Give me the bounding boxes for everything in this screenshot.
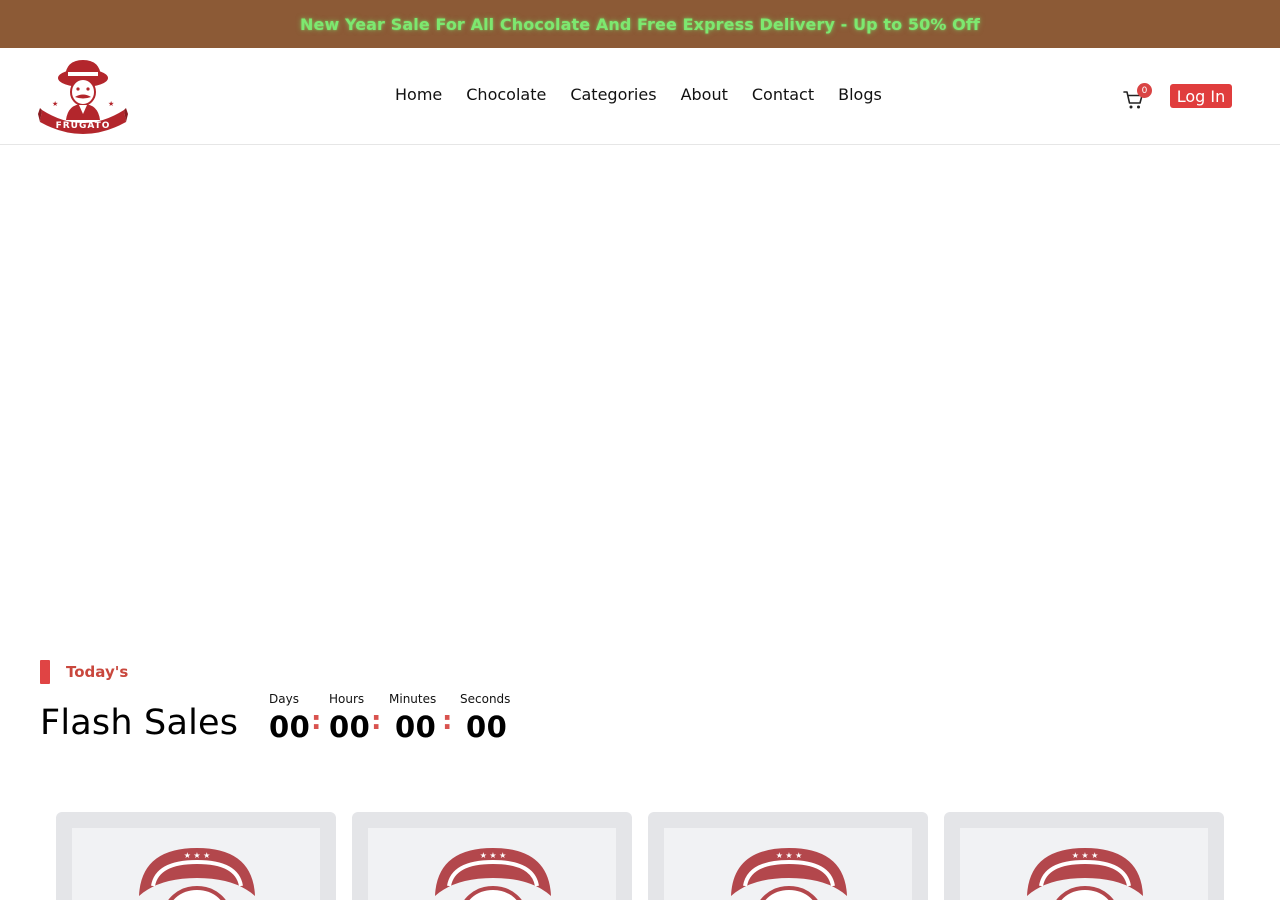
- countdown-minutes-label: Minutes: [389, 692, 437, 706]
- placeholder-logo-icon: ★ ★ ★: [1027, 848, 1143, 900]
- frugato-chef-logo-icon: FRUGATO ★ ★: [38, 60, 128, 134]
- countdown-separator: :: [442, 706, 453, 736]
- section-marker: [40, 660, 50, 684]
- nav-home[interactable]: Home: [395, 85, 442, 104]
- placeholder-logo-icon: ★ ★ ★: [731, 848, 847, 900]
- product-card[interactable]: ★ ★ ★: [352, 812, 632, 900]
- countdown-minutes: Minutes 00: [389, 692, 436, 744]
- countdown-hours-value: 00: [329, 710, 371, 744]
- countdown-hours: Hours 00: [329, 692, 370, 744]
- countdown-minutes-value: 00: [395, 710, 437, 744]
- countdown-seconds-label: Seconds: [460, 692, 511, 706]
- nav-categories[interactable]: Categories: [570, 85, 656, 104]
- countdown-days-value: 00: [269, 710, 311, 744]
- frugato-logo[interactable]: FRUGATO ★ ★: [38, 58, 128, 136]
- svg-text:★: ★: [108, 100, 114, 108]
- site-header: FRUGATO ★ ★ Home Chocolate Categories Ab…: [0, 48, 1280, 145]
- promo-bar: New Year Sale For All Chocolate And Free…: [0, 0, 1280, 48]
- svg-text:★ ★ ★: ★ ★ ★: [1072, 851, 1099, 860]
- svg-text:FRUGATO: FRUGATO: [56, 121, 111, 131]
- countdown-separator: :: [371, 706, 382, 736]
- svg-text:★ ★ ★: ★ ★ ★: [776, 851, 803, 860]
- product-image-placeholder: ★ ★ ★: [368, 828, 616, 900]
- product-image-placeholder: ★ ★ ★: [72, 828, 320, 900]
- flash-sales-title: Flash Sales: [40, 703, 239, 743]
- product-image-placeholder: ★ ★ ★: [664, 828, 912, 900]
- login-button[interactable]: Log In: [1170, 84, 1232, 108]
- nav-about[interactable]: About: [681, 85, 728, 104]
- countdown-separator: :: [311, 706, 322, 736]
- cart-count-badge: 0: [1137, 83, 1152, 98]
- countdown-hours-label: Hours: [329, 692, 365, 706]
- promo-text: New Year Sale For All Chocolate And Free…: [300, 14, 980, 34]
- placeholder-logo-icon: ★ ★ ★: [139, 848, 255, 900]
- svg-text:★ ★ ★: ★ ★ ★: [184, 851, 211, 860]
- nav-contact[interactable]: Contact: [752, 85, 814, 104]
- countdown-days: Days 00: [269, 692, 310, 744]
- nav-blogs[interactable]: Blogs: [838, 85, 882, 104]
- svg-text:★: ★: [52, 100, 58, 108]
- svg-text:★ ★ ★: ★ ★ ★: [480, 851, 507, 860]
- product-card[interactable]: ★ ★ ★: [944, 812, 1224, 900]
- nav-chocolate[interactable]: Chocolate: [466, 85, 546, 104]
- placeholder-logo-icon: ★ ★ ★: [435, 848, 551, 900]
- main-nav: Home Chocolate Categories About Contact …: [395, 85, 882, 104]
- flash-sales-products: ★ ★ ★ ★ ★ ★ ★ ★ ★ ★ ★ ★: [56, 812, 1224, 900]
- product-card[interactable]: ★ ★ ★: [648, 812, 928, 900]
- countdown-days-label: Days: [269, 692, 299, 706]
- product-image-placeholder: ★ ★ ★: [960, 828, 1208, 900]
- product-card[interactable]: ★ ★ ★: [56, 812, 336, 900]
- countdown-seconds-value: 00: [466, 710, 508, 744]
- countdown-seconds: Seconds 00: [460, 692, 510, 744]
- section-eyebrow: Today's: [66, 663, 129, 681]
- hero-banner: [0, 146, 1280, 646]
